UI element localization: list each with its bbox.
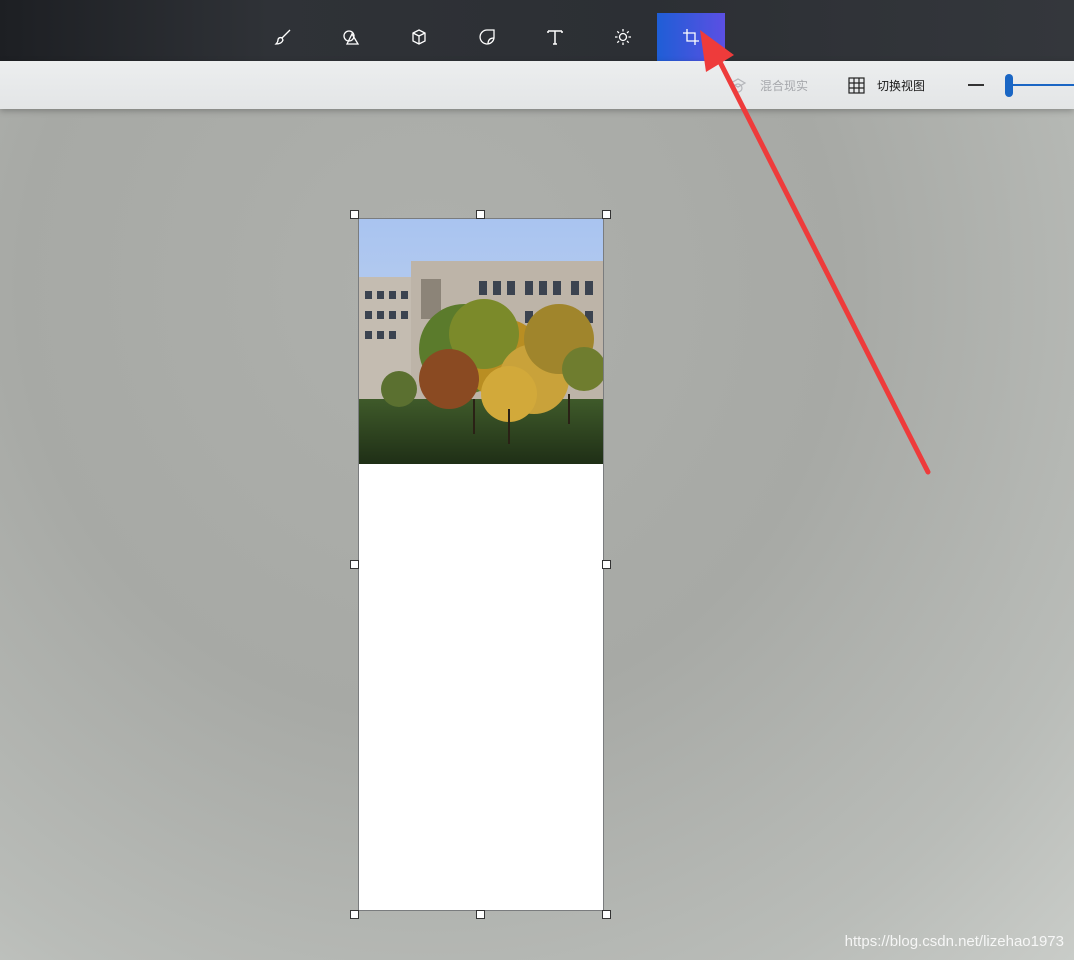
resize-handle-left[interactable] bbox=[350, 560, 359, 569]
mixed-reality-label: 混合现实 bbox=[760, 78, 809, 93]
zoom-slider-track[interactable] bbox=[1008, 84, 1074, 86]
resize-handle-bottom-right[interactable] bbox=[602, 910, 611, 919]
secondary-toolbar: 混合现实 切换视图 bbox=[0, 61, 1074, 109]
switch-view-label: 切换视图 bbox=[877, 78, 926, 93]
resize-handle-top-left[interactable] bbox=[350, 210, 359, 219]
3d-shapes-tool-button[interactable] bbox=[385, 13, 453, 61]
2d-shapes-tool-button[interactable] bbox=[317, 13, 385, 61]
brush-icon bbox=[274, 29, 291, 45]
canvas-tool-button[interactable] bbox=[657, 13, 725, 61]
resize-handle-top-right[interactable] bbox=[602, 210, 611, 219]
sun-icon bbox=[615, 29, 631, 45]
cube-icon bbox=[412, 29, 426, 45]
resize-handle-bottom-left[interactable] bbox=[350, 910, 359, 919]
shapes-icon bbox=[343, 30, 360, 45]
mixed-reality-button[interactable]: 混合现实 bbox=[728, 61, 808, 109]
sticker-icon bbox=[479, 29, 495, 45]
zoom-out-minus-icon[interactable] bbox=[968, 84, 984, 86]
mixed-reality-icon bbox=[729, 78, 747, 93]
grid-icon bbox=[848, 76, 865, 94]
resize-handle-right[interactable] bbox=[602, 560, 611, 569]
resize-handle-top[interactable] bbox=[476, 210, 485, 219]
watermark: https://blog.csdn.net/lizehao1973 bbox=[844, 933, 1064, 950]
stickers-tool-button[interactable] bbox=[453, 13, 521, 61]
text-tool-button[interactable] bbox=[521, 13, 589, 61]
campus-photo bbox=[359, 219, 603, 464]
paint-canvas[interactable] bbox=[358, 218, 604, 911]
zoom-slider-thumb[interactable] bbox=[1005, 74, 1013, 97]
resize-handle-bottom[interactable] bbox=[476, 910, 485, 919]
switch-view-button[interactable]: 切换视图 bbox=[848, 61, 925, 109]
effects-tool-button[interactable] bbox=[589, 13, 657, 61]
text-icon bbox=[547, 30, 563, 45]
brushes-tool-button[interactable] bbox=[249, 13, 317, 61]
top-toolbar bbox=[0, 0, 1074, 61]
crop-canvas-icon bbox=[683, 29, 699, 45]
